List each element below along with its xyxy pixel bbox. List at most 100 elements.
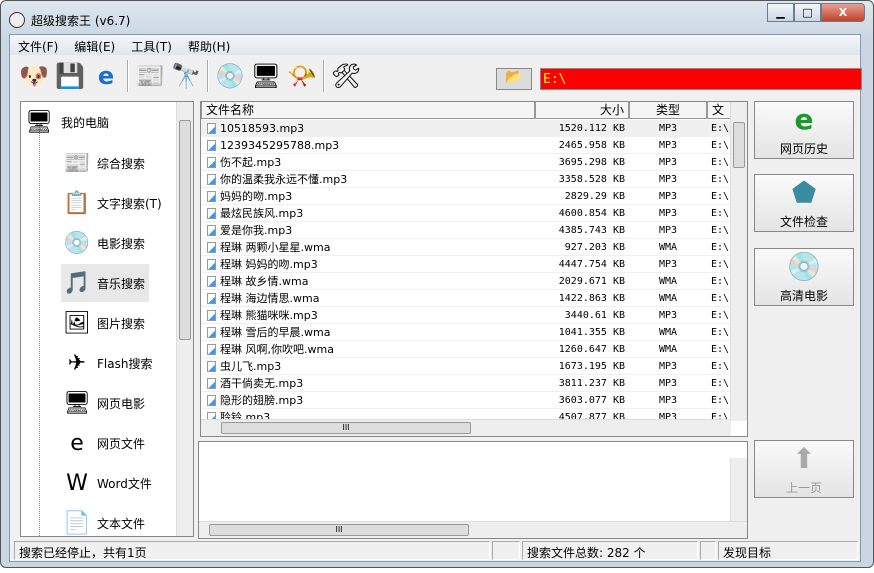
- web-history-button[interactable]: e 网页历史: [754, 101, 854, 159]
- menu-tools[interactable]: 工具(T): [123, 35, 180, 55]
- maximize-button[interactable]: □: [794, 3, 821, 22]
- menu-edit[interactable]: 编辑(E): [66, 35, 123, 55]
- table-row[interactable]: 你的温柔我永远不懂.mp3 3358.528 KB MP3 E:\: [201, 171, 731, 188]
- col-type[interactable]: 类型: [629, 102, 707, 119]
- tree-item[interactable]: ✈ Flash搜索: [61, 344, 156, 382]
- tools-icon[interactable]: 🛠: [328, 58, 364, 94]
- file-name: 程琳 故乡情.wma: [220, 274, 309, 288]
- category-icon: 📰: [63, 150, 91, 176]
- table-row[interactable]: 爱是你我.mp3 4385.743 KB MP3 E:\: [201, 222, 731, 239]
- file-size: 2029.671 KB: [558, 276, 625, 287]
- table-row[interactable]: 虫儿飞.mp3 1673.195 KB MP3 E:\: [201, 358, 731, 375]
- preview-hscroll[interactable]: III: [199, 521, 747, 538]
- table-row[interactable]: 程琳 海边情思.wma 1422.863 KB WMA E:\: [201, 290, 731, 307]
- file-path: E:\: [711, 361, 730, 372]
- file-type: MP3: [658, 140, 678, 151]
- menu-bar: 文件(F) 编辑(E) 工具(T) 帮助(H): [10, 35, 860, 55]
- file-type: MP3: [658, 361, 678, 372]
- table-row[interactable]: 10518593.mp3 1520.112 KB MP3 E:\: [201, 120, 731, 137]
- audio-file-icon: [207, 139, 216, 151]
- file-name: 爱是你我.mp3: [220, 223, 293, 237]
- file-name: 最炫民族风.mp3: [220, 206, 304, 220]
- minimize-button[interactable]: ▁: [767, 3, 794, 22]
- preview-pane: III: [198, 441, 748, 539]
- tree-item[interactable]: e 网页文件: [61, 424, 149, 462]
- ie-icon: e: [794, 103, 814, 136]
- file-path: E:\: [711, 259, 730, 270]
- file-path: E:\: [711, 225, 730, 236]
- path-input[interactable]: E:\: [540, 68, 862, 90]
- ie-icon[interactable]: e: [88, 58, 124, 94]
- audio-file-icon: [207, 224, 216, 236]
- button-label: 文件检查: [779, 215, 828, 229]
- file-name: 1239345295788.mp3: [220, 138, 340, 152]
- table-row[interactable]: 程琳 故乡情.wma 2029.671 KB WMA E:\: [201, 273, 731, 290]
- audio-file-icon: [207, 377, 216, 389]
- file-type: MP3: [658, 310, 678, 321]
- table-row[interactable]: 程琳 两颗小星星.wma 927.203 KB WMA E:\: [201, 239, 731, 256]
- tree-item[interactable]: 📋 文字搜索(T): [61, 184, 166, 222]
- file-type: MP3: [658, 191, 678, 202]
- tree-scrollbar[interactable]: [176, 102, 193, 536]
- prev-page-button[interactable]: ⬆ 上一页: [754, 440, 854, 498]
- menu-help[interactable]: 帮助(H): [180, 35, 238, 55]
- window-title: 超级搜索王 (v6.7): [31, 13, 131, 28]
- tree-item-label: 网页文件: [97, 436, 146, 451]
- tree-item[interactable]: 💿 电影搜索: [61, 224, 149, 262]
- table-row[interactable]: 酒干倘卖无.mp3 3811.237 KB MP3 E:\: [201, 375, 731, 392]
- audio-file-icon: [207, 326, 216, 338]
- table-row[interactable]: 程琳 妈妈的吻.mp3 4447.754 KB MP3 E:\: [201, 256, 731, 273]
- table-row[interactable]: 最炫民族风.mp3 4600.854 KB MP3 E:\: [201, 205, 731, 222]
- col-size[interactable]: 大小: [535, 102, 629, 119]
- app-icon: [9, 12, 25, 28]
- file-size: 4447.754 KB: [558, 259, 625, 270]
- file-type: WMA: [658, 327, 678, 338]
- tree-item[interactable]: 📄 文本文件: [61, 504, 149, 536]
- tree-item[interactable]: W Word文件: [61, 464, 156, 502]
- open-folder-button[interactable]: 📂: [496, 68, 532, 90]
- file-size: 3603.077 KB: [558, 395, 625, 406]
- menu-file[interactable]: 文件(F): [10, 35, 66, 55]
- tree-item[interactable]: 🖥 网页电影: [61, 384, 149, 422]
- file-check-button[interactable]: ⬟ 文件检查: [754, 174, 854, 232]
- col-name[interactable]: 文件名称: [201, 102, 535, 119]
- file-path: E:\: [711, 310, 730, 321]
- gramophone-icon[interactable]: 📯: [284, 58, 320, 94]
- file-path: E:\: [711, 395, 730, 406]
- button-label: 上一页: [785, 481, 822, 495]
- table-hscroll[interactable]: III: [201, 419, 731, 436]
- audio-file-icon: [207, 207, 216, 219]
- table-row[interactable]: 程琳 风啊,你吹吧.wma 1260.647 KB WMA E:\: [201, 341, 731, 358]
- close-button[interactable]: X: [821, 3, 865, 22]
- tree-item[interactable]: 🎵 音乐搜索: [61, 264, 150, 302]
- table-vscroll[interactable]: [730, 102, 747, 421]
- category-icon: 💿: [63, 230, 91, 256]
- table-row[interactable]: 伤不起.mp3 3695.298 KB MP3 E:\: [201, 154, 731, 171]
- hd-movie-button[interactable]: 💿 高清电影: [754, 248, 854, 306]
- binoculars-icon[interactable]: 🔭: [168, 58, 204, 94]
- table-row[interactable]: 妈妈的吻.mp3 2829.29 KB MP3 E:\: [201, 188, 731, 205]
- table-row[interactable]: 程琳 雪后的早晨.wma 1041.355 KB WMA E:\: [201, 324, 731, 341]
- file-name: 伤不起.mp3: [220, 155, 282, 169]
- movie-disc-icon[interactable]: 💿: [212, 58, 248, 94]
- file-path: E:\: [711, 140, 730, 151]
- tree-item[interactable]: 📰 综合搜索: [61, 144, 149, 182]
- dog-icon[interactable]: 🐶: [16, 58, 52, 94]
- table-row[interactable]: 程琳 熊猫咪咪.mp3 3440.61 KB MP3 E:\: [201, 307, 731, 324]
- file-type: WMA: [658, 242, 678, 253]
- audio-file-icon: [207, 394, 216, 406]
- title-bar: 超级搜索王 (v6.7): [9, 9, 130, 31]
- file-name: 程琳 海边情思.wma: [220, 291, 320, 305]
- tree-item[interactable]: 🖼 图片搜索: [61, 304, 149, 342]
- tree-item-label: Word文件: [97, 476, 152, 491]
- tree-root-my-computer[interactable]: 🖥 我的电脑: [23, 106, 109, 138]
- newspaper-icon[interactable]: 📰: [132, 58, 168, 94]
- table-row[interactable]: 1239345295788.mp3 2465.958 KB MP3 E:\: [201, 137, 731, 154]
- category-icon: e: [70, 430, 84, 456]
- monitor-icon[interactable]: 🖥: [248, 58, 284, 94]
- table-row[interactable]: 隐形的翅膀.mp3 3603.077 KB MP3 E:\: [201, 392, 731, 409]
- file-type: MP3: [658, 123, 678, 134]
- tree-item-label: 图片搜索: [97, 316, 146, 331]
- save-icon[interactable]: 💾: [52, 58, 88, 94]
- computer-icon: 🖥: [25, 109, 53, 135]
